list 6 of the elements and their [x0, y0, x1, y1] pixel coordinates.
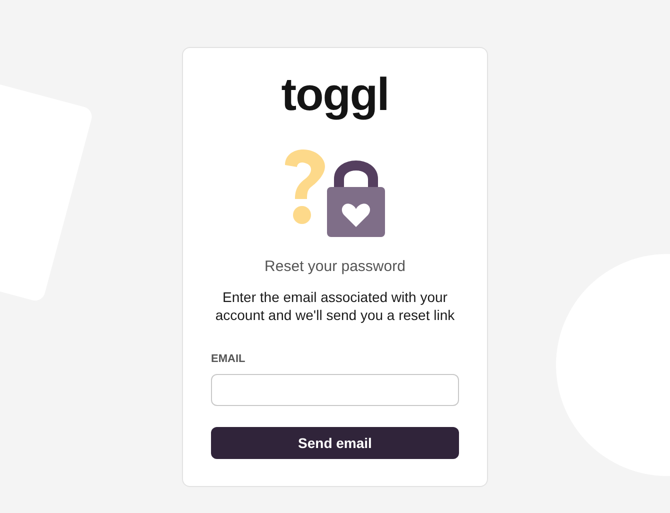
send-email-button[interactable]: Send email: [211, 427, 459, 459]
reset-title: Reset your password: [264, 257, 406, 277]
logo: toggl: [281, 68, 389, 120]
description-text: Enter the email associated with your account and we'll send you a reset link: [214, 288, 456, 324]
email-field[interactable]: [211, 374, 459, 406]
email-label: EMAIL: [211, 352, 246, 366]
